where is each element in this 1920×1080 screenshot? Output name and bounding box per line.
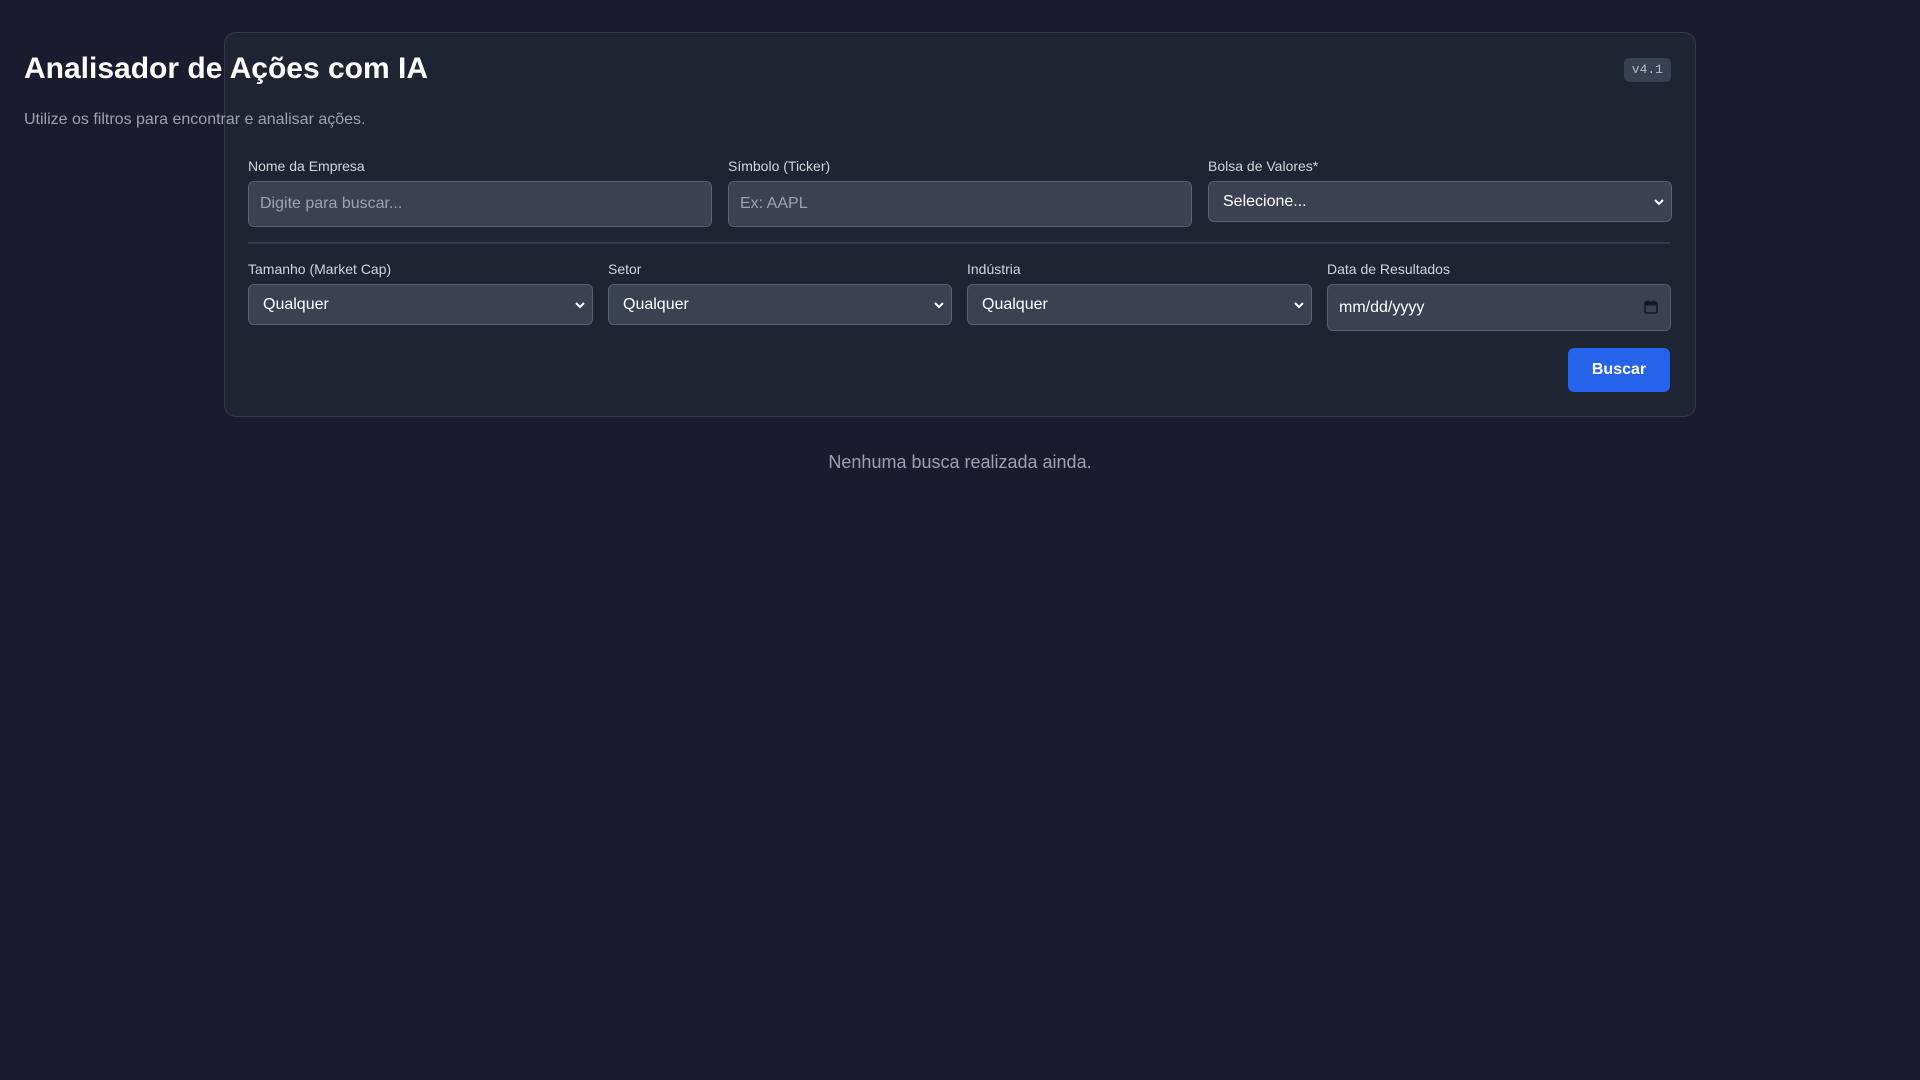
results-date-label: Data de Resultados	[1327, 261, 1450, 277]
company-name-label: Nome da Empresa	[248, 158, 365, 174]
sector-select[interactable]: Qualquer	[608, 284, 952, 325]
search-button[interactable]: Buscar	[1568, 348, 1670, 392]
market-cap-select[interactable]: Qualquer	[248, 284, 593, 325]
exchange-select[interactable]: Selecione...	[1208, 181, 1672, 222]
empty-results-message: Nenhuma busca realizada ainda.	[828, 452, 1092, 472]
exchange-label: Bolsa de Valores*	[1208, 158, 1319, 174]
sector-select-value: Qualquer	[623, 296, 689, 313]
sector-label: Setor	[608, 261, 642, 277]
results-date-input[interactable]: mm/dd/yyyy	[1327, 284, 1671, 331]
company-name-input[interactable]	[248, 181, 712, 227]
divider	[248, 242, 1670, 244]
page-subtitle: Utilize os filtros para encontrar e anal…	[24, 111, 366, 128]
exchange-select-value: Selecione...	[1223, 193, 1307, 210]
market-cap-select-value: Qualquer	[263, 296, 329, 313]
chevron-down-icon	[934, 302, 944, 309]
calendar-icon[interactable]	[1644, 300, 1658, 314]
industry-select[interactable]: Qualquer	[967, 284, 1312, 325]
ticker-label: Símbolo (Ticker)	[728, 158, 831, 174]
chevron-down-icon	[1294, 302, 1304, 309]
ticker-input[interactable]	[728, 181, 1192, 227]
chevron-down-icon	[1654, 199, 1664, 206]
page-title: Analisador de Ações com IA	[24, 52, 429, 85]
version-badge: v4.1	[1623, 58, 1671, 82]
market-cap-label: Tamanho (Market Cap)	[248, 261, 392, 277]
industry-select-value: Qualquer	[982, 296, 1048, 313]
industry-label: Indústria	[967, 261, 1021, 277]
results-date-value: mm/dd/yyyy	[1339, 299, 1425, 316]
chevron-down-icon	[575, 302, 585, 309]
